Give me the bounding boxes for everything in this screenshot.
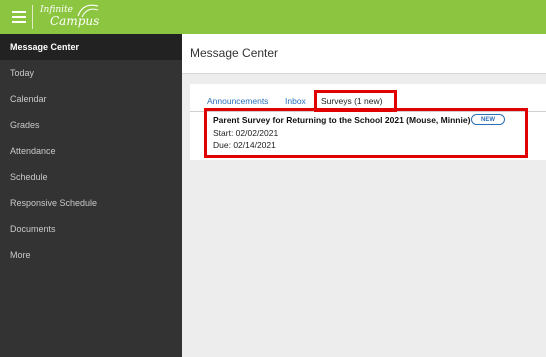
sidebar-item-documents[interactable]: Documents <box>0 216 182 242</box>
sidebar-item-calendar[interactable]: Calendar <box>0 86 182 112</box>
message-card: Announcements Inbox Surveys (1 new) Pare… <box>190 84 546 160</box>
tab-surveys[interactable]: Surveys (1 new) <box>321 96 382 106</box>
survey-due-date: Due: 02/14/2021 <box>213 140 276 150</box>
sidebar-item-attendance[interactable]: Attendance <box>0 138 182 164</box>
brand-divider <box>32 5 33 29</box>
page-title: Message Center <box>190 46 279 60</box>
new-badge: NEW <box>471 114 505 125</box>
sidebar-item-today[interactable]: Today <box>0 60 182 86</box>
infinite-campus-logo[interactable]: Infinite Campus <box>38 3 114 31</box>
survey-title-link[interactable]: Parent Survey for Returning to the Schoo… <box>213 115 470 125</box>
page-header: Message Center <box>182 34 546 74</box>
survey-start-date: Start: 02/02/2021 <box>213 128 279 138</box>
sidebar-item-schedule[interactable]: Schedule <box>0 164 182 190</box>
logo-swoosh-icon <box>77 4 99 18</box>
tab-inbox[interactable]: Inbox <box>285 96 306 106</box>
hamburger-icon[interactable] <box>8 7 30 27</box>
main-content: Message Center Announcements Inbox Surve… <box>182 34 546 357</box>
sidebar-nav: Message Center Today Calendar Grades Att… <box>0 34 182 357</box>
sidebar-item-more[interactable]: More <box>0 242 182 268</box>
sidebar-item-responsive-schedule[interactable]: Responsive Schedule <box>0 190 182 216</box>
survey-list-item[interactable]: Parent Survey for Returning to the Schoo… <box>204 108 528 158</box>
top-bar: Infinite Campus <box>0 0 546 34</box>
tab-announcements[interactable]: Announcements <box>207 96 268 106</box>
sidebar-item-message-center[interactable]: Message Center <box>0 34 182 60</box>
sidebar-item-grades[interactable]: Grades <box>0 112 182 138</box>
